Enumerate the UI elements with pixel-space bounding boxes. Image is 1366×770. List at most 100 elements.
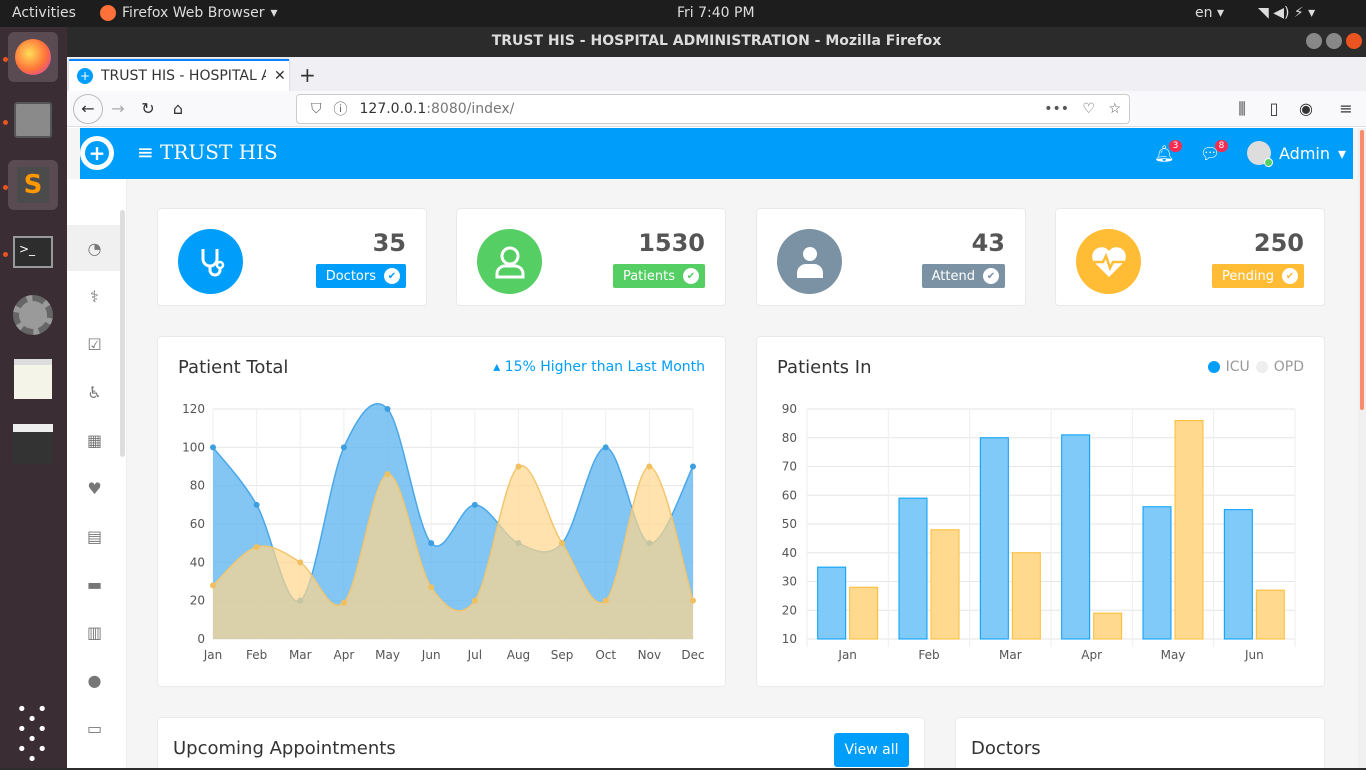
attend-count: 43 [971,229,1005,257]
system-top-bar: Activities Firefox Web Browser ▾ Fri 7:4… [0,0,1366,27]
notifications-button[interactable]: 🔔︎ 3 [1154,140,1183,163]
menu-toggle-icon[interactable]: ≡ [137,140,154,164]
x-tick-label: Aug [507,648,530,662]
firefox-launcher[interactable] [8,32,58,82]
data-point [471,597,478,604]
sidebar-scrollbar[interactable] [120,210,125,457]
reload-button[interactable]: ↻ [133,94,163,124]
bar-opd [1255,589,1285,640]
sidebar-item-dashboard[interactable]: ◔ [67,225,122,271]
close-tab-icon[interactable]: ✕ [274,68,286,84]
y-tick-label: 20 [190,594,205,608]
view-all-button[interactable]: View all [834,733,909,767]
settings-launcher[interactable] [8,290,58,340]
sidebar-item-appointments[interactable]: ☑ [67,321,122,367]
heartbeat-icon: ♥ [87,478,102,498]
patient-total-card: Patient Total ▴ 15% Higher than Last Mon… [157,336,726,687]
x-tick-label: Apr [334,648,355,662]
file-cabinet-icon [14,102,52,138]
chart-legend: ICU OPD [1207,359,1304,375]
sublime-launcher[interactable]: S [8,160,58,210]
stat-card-pending: 250 Pending ✔ [1055,208,1325,306]
clock[interactable]: Fri 7:40 PM [677,5,755,21]
show-apps-button[interactable]: • • • • • • • • • [8,701,58,769]
bar-icu [1061,434,1091,640]
sidebar-item-patients[interactable]: ♿︎ [67,369,122,415]
doctors-card: Doctors [955,717,1325,768]
patient-total-chart: 0 20 40 60 80 100 120 Jan Feb Mar Apr May Jun Jul Aug S… [182,402,705,662]
terminal-launcher[interactable]: >_ [8,227,58,277]
money-icon: ▭ [86,718,103,738]
sidebar-item-hospital[interactable]: ▤ [67,513,122,559]
back-button[interactable]: ← [73,93,103,124]
minimize-button[interactable] [1306,33,1322,49]
close-window-button[interactable] [1346,33,1362,49]
doctors-count: 35 [372,229,406,257]
system-tray[interactable]: ◥ ◀) ⚡ ▾ [1258,5,1315,21]
x-tick-label: Dec [681,648,704,662]
icu-legend-dot [1207,361,1220,373]
app-menu[interactable]: Firefox Web Browser ▾ [100,5,278,21]
legend-icu: ICU [1225,359,1250,375]
scrollbar-thumb[interactable] [1360,130,1364,410]
sidebar-item-doctors[interactable]: ⚕ [67,273,122,319]
user-menu[interactable]: Admin ▾ [1247,141,1346,167]
bed-icon: ▬ [86,574,103,594]
bookmark-star-icon[interactable]: ☆ [1108,101,1121,117]
doctors-title: Doctors [971,738,1041,759]
check-icon: ✔ [384,268,400,284]
bar-icu [979,437,1009,640]
page-scrollbar[interactable] [1358,128,1366,768]
library-icon[interactable]: ⫼ [1227,94,1257,124]
x-tick-label: Jan [837,648,857,662]
x-tick-label: Mar [999,648,1022,662]
x-tick-label: Sep [551,648,574,662]
appointments-title: Upcoming Appointments [173,738,396,759]
running-indicator [3,252,8,257]
sidebar-item-users[interactable]: ● [67,657,122,703]
activities-button[interactable]: Activities [12,5,76,21]
x-tick-label: May [1161,648,1186,662]
sidebar-item-payments[interactable]: ▭ [67,705,122,751]
data-point [690,597,696,604]
medical-cross-icon: + [85,141,109,165]
files-launcher[interactable] [8,95,58,145]
language-indicator[interactable]: en ▾ [1195,5,1224,21]
account-icon[interactable]: ◉ [1291,94,1321,124]
notification-badge: 3 [1168,140,1183,152]
terminal-icon: >_ [13,236,53,268]
bar-opd [1011,552,1041,640]
forward-button[interactable]: → [103,94,133,124]
browser-tab[interactable]: + TRUST HIS - HOSPITAL AI ✕ [69,59,289,91]
data-point [210,582,216,589]
stat-card-doctors: 35 Doctors ✔ [157,208,427,306]
pocket-icon[interactable]: ♡ [1082,101,1095,117]
bar-opd [1174,420,1204,640]
url-bar[interactable]: ⛉ ⓘ 127.0.0.1 :8080/index/ ••• ♡ ☆ [296,94,1130,124]
firefox-icon [15,39,51,75]
app-header: + ≡ TRUST HIS 🔔︎ 3 💬︎ 8 Admin ▾ [80,128,1353,179]
patients-count: 1530 [638,229,705,257]
sidebar-item-beds[interactable]: ▬ [67,561,122,607]
text-editor-launcher[interactable] [8,354,58,404]
bar-opd [930,529,960,640]
maximize-button[interactable] [1326,33,1342,49]
sidebar-item-schedule[interactable]: ▦ [67,417,122,463]
pending-tag: Pending ✔ [1212,264,1304,288]
video-editor-launcher[interactable] [8,419,58,469]
new-tab-button[interactable]: + [299,63,316,87]
menu-hamburger-icon[interactable]: ≡ [1331,94,1361,124]
appointments-card: Upcoming Appointments View all [157,717,925,768]
heartbeat-icon [1076,229,1141,294]
page-actions-icon[interactable]: ••• [1044,101,1069,117]
sidebar-toggle-icon[interactable]: ▯ [1259,94,1289,124]
opd-legend-dot [1255,361,1268,373]
sidebar-item-health[interactable]: ♥ [67,465,122,511]
data-point [471,501,478,508]
messages-button[interactable]: 💬︎ 8 [1200,140,1229,163]
home-button[interactable]: ⌂ [163,94,193,124]
sidebar-item-departments[interactable]: ▥ [67,609,122,655]
hospital-logo[interactable]: + [80,136,114,170]
favicon-icon: + [77,68,93,84]
url-host: 127.0.0.1 [359,101,427,117]
